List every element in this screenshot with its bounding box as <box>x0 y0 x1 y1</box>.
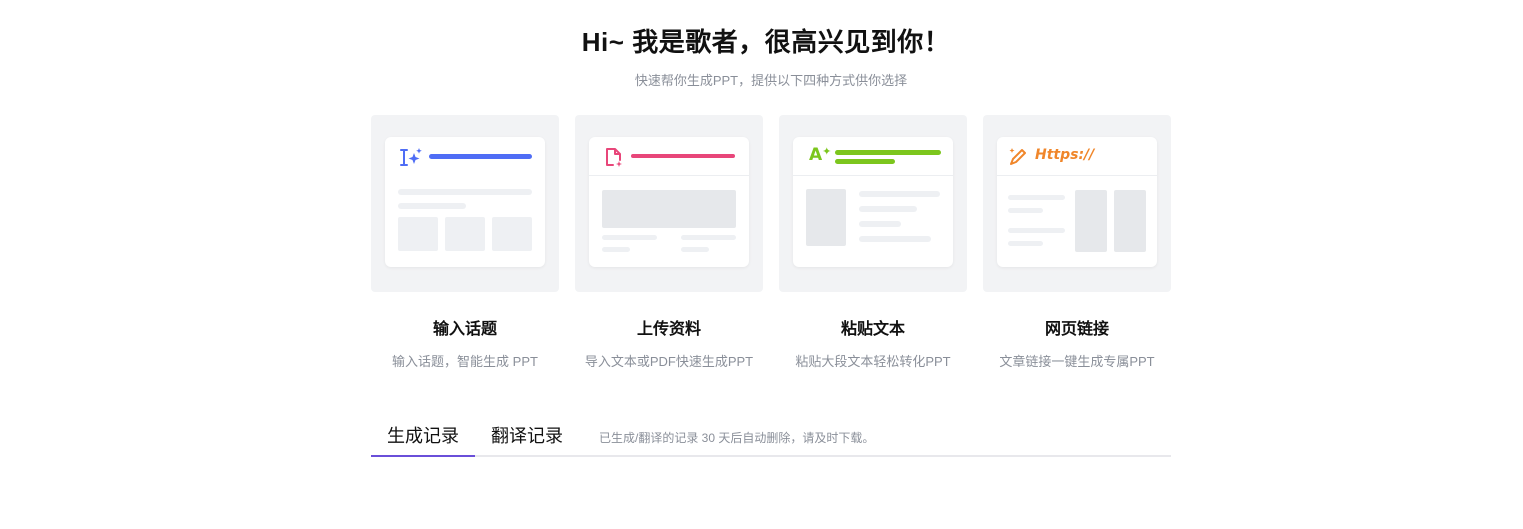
card-thumbnail <box>575 115 763 292</box>
card-preview <box>589 137 749 267</box>
pen-sparkle-icon <box>1007 146 1029 173</box>
card-title: 粘贴文本 <box>840 321 905 338</box>
card-description: 输入话题，智能生成 PPT <box>392 354 538 369</box>
card-title: 网页链接 <box>1044 321 1109 338</box>
card-preview: A✦ <box>793 137 953 267</box>
card-preview: Https:// <box>997 137 1157 267</box>
card-preview <box>385 137 545 267</box>
page-title: Hi~ 我是歌者，很高兴见到你！ <box>581 27 951 57</box>
card-description: 导入文本或PDF快速生成PPT <box>584 354 754 369</box>
card-description: 粘贴大段文本轻松转化PPT <box>795 354 951 369</box>
card-thumbnail <box>371 115 559 292</box>
mode-card-list: 输入话题 输入话题，智能生成 PPT 上传资料 导入文本或PDF快速生成PPT … <box>371 115 1171 369</box>
card-description: 文章链接一键生成专属PPT <box>999 354 1155 369</box>
ai-text-sparkle-icon <box>399 147 423 174</box>
card-upload-material[interactable]: 上传资料 导入文本或PDF快速生成PPT <box>575 115 763 370</box>
record-tabs: 生成记录 翻译记录 已生成/翻译的记录 30 天后自动删除，请及时下载。 <box>371 415 1171 457</box>
file-upload-icon <box>603 147 625 174</box>
web-link-icon: Https:// <box>1035 147 1095 163</box>
card-thumbnail: Https:// <box>983 115 1171 292</box>
ai-paste-icon: A✦ <box>809 145 832 165</box>
records-retention-note: 已生成/翻译的记录 30 天后自动删除，请及时下载。 <box>599 431 875 445</box>
tab-translation-records[interactable]: 翻译记录 <box>475 423 579 457</box>
page-subtitle: 快速帮你生成PPT，提供以下四种方式供你选择 <box>634 73 908 88</box>
card-web-link[interactable]: Https:// 网页链接 文章链接一键生成专属PPT <box>983 115 1171 370</box>
card-input-topic[interactable]: 输入话题 输入话题，智能生成 PPT <box>371 115 559 370</box>
tab-generation-records[interactable]: 生成记录 <box>371 423 475 457</box>
card-title: 输入话题 <box>432 321 497 338</box>
card-title: 上传资料 <box>636 321 701 338</box>
card-paste-text[interactable]: A✦ 粘贴文本 粘贴大段文本轻松转化PPT <box>779 115 967 370</box>
card-thumbnail: A✦ <box>779 115 967 292</box>
